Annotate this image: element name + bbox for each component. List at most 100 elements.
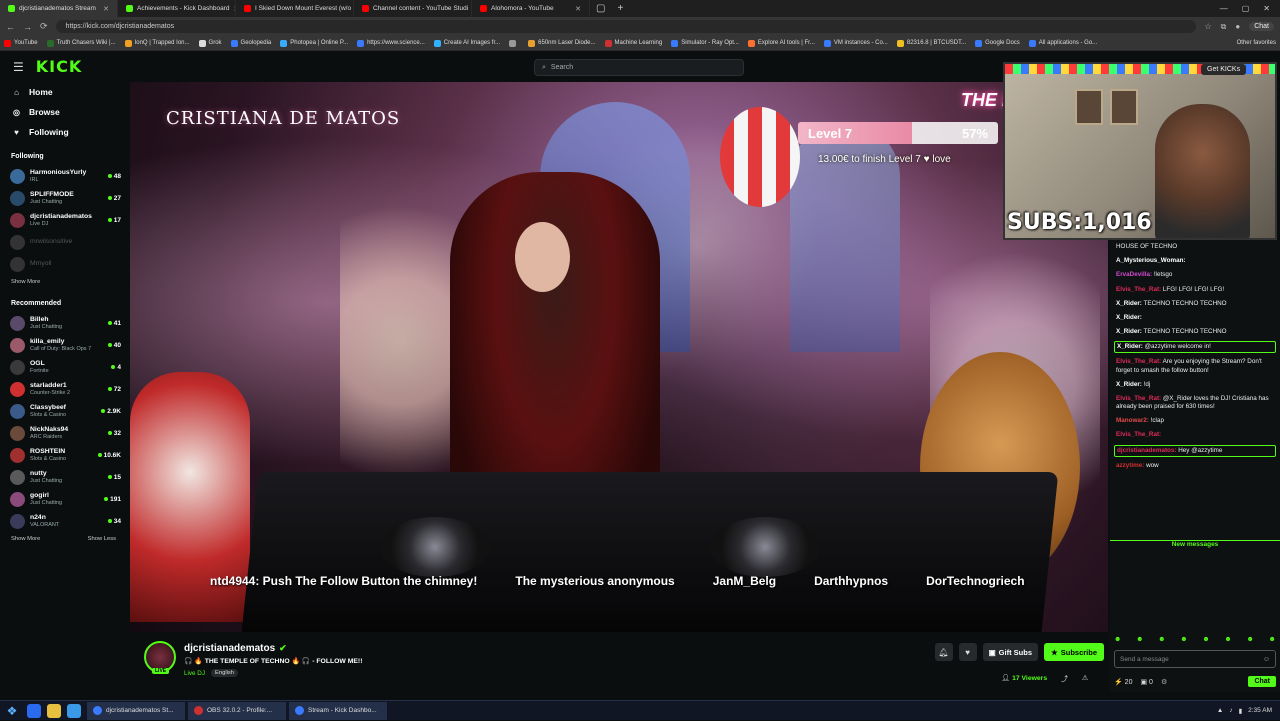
browser-tab[interactable]: I Skied Down Mount Everest (w/o✕ [236,0,354,17]
emote-icon[interactable]: ☻ [1114,636,1121,643]
windows-start-icon[interactable]: ❖ [0,701,24,721]
sidebar-channel[interactable]: ROSHTEIN Slots & Casino 10.6K [0,444,127,466]
heart-icon[interactable]: ♥ [958,643,977,661]
bookmark-item[interactable]: 82316.8 | BTCUSDT... [896,39,966,47]
tab-actions-icon[interactable]: ▢ [590,3,611,14]
bookmark-item[interactable]: Machine Learning [604,39,662,47]
close-tab-icon[interactable]: ✕ [575,5,581,13]
show-less-button[interactable]: Show Less [88,536,116,542]
new-tab-icon[interactable]: + [611,3,629,14]
chat-username[interactable]: X_Rider: [1116,328,1142,335]
refresh-icon[interactable]: ⟳ [40,21,48,32]
favorite-star-icon[interactable]: ☆ [1204,22,1211,31]
extensions-icon[interactable]: ⧉ [1221,22,1227,32]
profile-icon[interactable]: ● [1235,22,1240,31]
taskbar-app[interactable]: OBS 32.0.2 - Profile:... [188,701,286,720]
browser-tab[interactable]: djcristianadematos Stream ✕ [0,0,118,17]
chat-username[interactable]: Elvis_The_Rat: [1116,286,1161,293]
emote-icon[interactable]: ☻ [1246,636,1253,643]
bookmark-item[interactable]: Google Docs [975,39,1020,47]
taskbar-app[interactable]: djcristianadematos St... [87,701,185,720]
stream-category[interactable]: Live DJ [184,670,205,677]
search-input[interactable]: ⌕ Search [534,59,744,76]
bookmark-item[interactable]: Truth Chasers Wiki |... [46,39,116,47]
emoji-picker-icon[interactable]: ☺ [1263,656,1270,663]
emote-icon[interactable]: ☻ [1136,636,1143,643]
battery-icon[interactable]: ▮ [1239,707,1243,715]
sidebar-channel[interactable]: NickNaks94 ARC Raiders 32 [0,422,127,444]
back-icon[interactable]: ← [6,22,15,32]
explorer-icon[interactable] [47,703,61,718]
chat-username[interactable]: X_Rider: [1116,314,1142,321]
subscribe-button[interactable]: ★ Subscribe [1044,643,1104,661]
chat-username[interactable]: X_Rider: [1117,343,1143,350]
bookmark-item[interactable]: All applications - Go... [1028,39,1097,47]
sidebar-channel[interactable]: OGL Fortnite 4 [0,356,127,378]
bookmark-item[interactable]: Geolopedia [230,39,271,47]
sidebar-channel[interactable]: Classybeef Slots & Casino 2.9K [0,400,127,422]
video-player[interactable]: CRISTIANA DE MATOS THE LOVE CHAI Level 7… [130,82,1108,632]
get-kicks-button[interactable]: Get KICKs [1201,64,1247,75]
show-more-button[interactable]: Show More [11,279,40,285]
bookmark-item[interactable]: Grok [198,39,222,47]
network-icon[interactable]: ▲ [1217,707,1223,714]
chat-username[interactable]: Manowar2: [1116,417,1149,424]
ie-icon[interactable] [27,703,41,718]
settings-gear-icon[interactable]: ⚙ [1161,678,1167,686]
sidebar-channel[interactable]: mrwilsonsitive [0,231,127,253]
bookmark-item[interactable]: 650nm Laser Diode... [528,39,596,47]
clock[interactable]: 2:35 AM [1248,707,1272,714]
nav-following[interactable]: ♥ Following [0,122,127,142]
sidebar-channel[interactable]: djcristianadematos Live DJ 17 [0,209,127,231]
taskbar-app[interactable]: Stream - Kick Dashbo... [289,701,387,720]
share-icon[interactable]: ⤴ [1061,673,1068,683]
menu-icon[interactable]: ☰ [13,60,24,74]
sidebar-channel[interactable]: HarmoniousYurly IRL 48 [0,165,127,187]
bookmark-item[interactable]: IonQ | Trapped Ion... [124,39,190,47]
volume-icon[interactable]: ♪ [1229,707,1232,714]
forward-icon[interactable]: → [23,22,32,32]
bookmark-item[interactable]: VM instances - Co... [823,39,888,47]
browser-tab[interactable]: Achievements - Kick Dashboard✕ [118,0,236,17]
close-tab-icon[interactable]: ✕ [103,5,109,13]
browser-tab[interactable]: Channel content - YouTube Studi✕ [354,0,472,17]
sidebar-channel[interactable]: n24n VALORANT 34 [0,510,127,532]
notification-bell-icon[interactable]: 🔔︎ [934,643,953,661]
browser-tab[interactable]: Alohomora - YouTube ✕ [472,0,590,17]
bookmark-item[interactable]: Photopea | Online P... [280,39,348,47]
chat-input[interactable]: Send a message ☺ [1114,650,1276,668]
report-icon[interactable]: ⚠ [1082,674,1088,682]
sidebar-channel[interactable]: killa_emily Call of Duty: Black Ops 7 40 [0,334,127,356]
browser-icon[interactable] [67,703,81,718]
chat-username[interactable]: Elvis_The_Rat: [1116,358,1161,365]
nav-home[interactable]: ⌂ Home [0,82,127,102]
bookmark-item[interactable]: Explore AI tools | Fr... [747,39,815,47]
bookmark-item[interactable]: Simulator - Ray Opt... [671,39,739,47]
chat-username[interactable]: ErvaDevilla: [1116,271,1152,278]
sidebar-channel[interactable]: SPLIFFMODE Just Chatting 27 [0,187,127,209]
new-messages-divider[interactable]: New messages [1110,540,1280,548]
sidebar-channel[interactable]: starladder1 Counter-Strike 2 72 [0,378,127,400]
bookmark-item[interactable]: https://www.science... [357,39,425,47]
chat-username[interactable]: A_Mysterious_Woman: [1116,257,1186,264]
emote-icon[interactable]: ☻ [1158,636,1165,643]
chat-username[interactable]: djcristianadematos: [1117,447,1177,454]
emote-icon[interactable]: ☻ [1269,636,1276,643]
bookmark-item[interactable] [509,39,519,47]
chat-send-button[interactable]: Chat [1248,676,1276,687]
chat-username[interactable]: X_Rider: [1116,381,1142,388]
gift-subs-button[interactable]: ▣ Gift Subs [982,643,1038,661]
chat-username[interactable]: Elvis_The_Rat: [1116,395,1161,402]
sidebar-channel[interactable]: Billeh Just Chatting 41 [0,312,127,334]
language-tag[interactable]: English [211,669,239,677]
emote-icon[interactable]: ☻ [1180,636,1187,643]
other-favorites-button[interactable]: Other favorites [1237,40,1276,46]
chat-username[interactable]: X_Rider: [1116,300,1142,307]
chat-username[interactable]: azzytime: [1116,462,1144,469]
browser-chat-button[interactable]: Chat [1249,22,1274,31]
emote-icon[interactable]: ☻ [1224,636,1231,643]
close-window-icon[interactable]: ✕ [1263,4,1270,13]
kicks-icon[interactable]: ⚡ 20 [1114,678,1132,686]
sidebar-channel[interactable]: gogirl Just Chatting 191 [0,488,127,510]
gift-icon[interactable]: ▣ 0 [1140,678,1152,686]
